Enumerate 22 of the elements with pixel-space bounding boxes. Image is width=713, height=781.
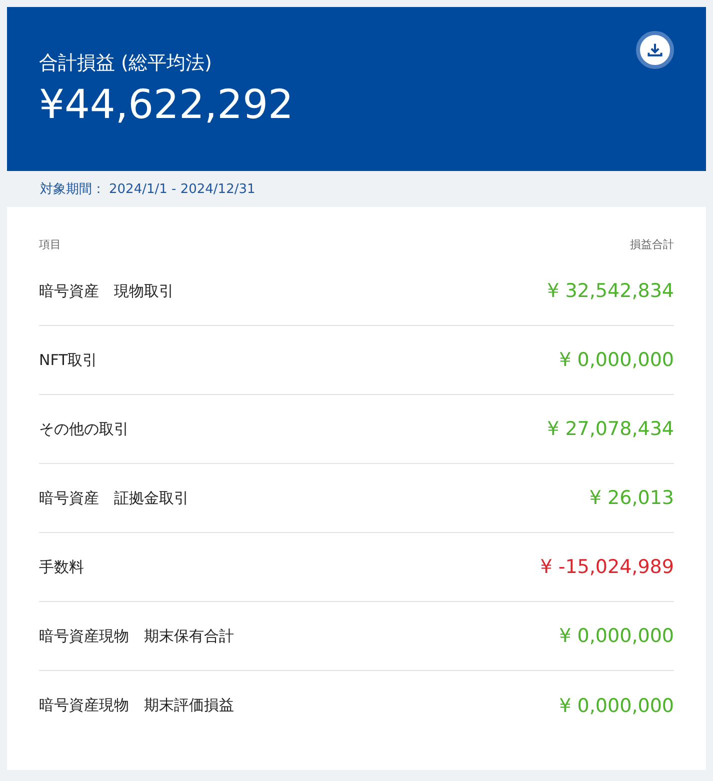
item-label: 暗号資産現物 期末評価損益 xyxy=(39,696,234,715)
period-range: 2024/1/1 - 2024/12/31 xyxy=(109,182,256,196)
item-label: その他の取引 xyxy=(39,420,129,438)
amount-value: ¥ 27,078,434 xyxy=(547,418,674,440)
total-amount: ¥44,622,292 xyxy=(39,82,294,128)
amount-value: ¥ 0,000,000 xyxy=(559,349,674,371)
item-label: 暗号資産 現物取引 xyxy=(39,282,174,300)
item-label: 暗号資産 証拠金取引 xyxy=(39,488,189,508)
amount-value: ¥ 26,013 xyxy=(589,487,674,509)
summary-title: 合計損益 (総平均法) xyxy=(39,51,213,76)
download-button[interactable] xyxy=(636,31,674,69)
item-label: NFT取引 xyxy=(39,350,98,370)
amount-value: ¥ 0,000,000 xyxy=(559,694,674,716)
column-header: 損益合計 xyxy=(630,237,674,253)
period-label: 対象期間： xyxy=(40,181,105,198)
item-label: 暗号資産現物 期末保有合計 xyxy=(39,626,234,646)
column-header: 項目 xyxy=(39,237,61,253)
download-icon xyxy=(646,41,664,59)
amount-value: ¥ 32,542,834 xyxy=(547,280,674,302)
amount-value: ¥ 0,000,000 xyxy=(559,625,674,647)
item-label: 手数料 xyxy=(39,558,84,576)
amount-value: ¥ -15,024,989 xyxy=(540,556,674,578)
